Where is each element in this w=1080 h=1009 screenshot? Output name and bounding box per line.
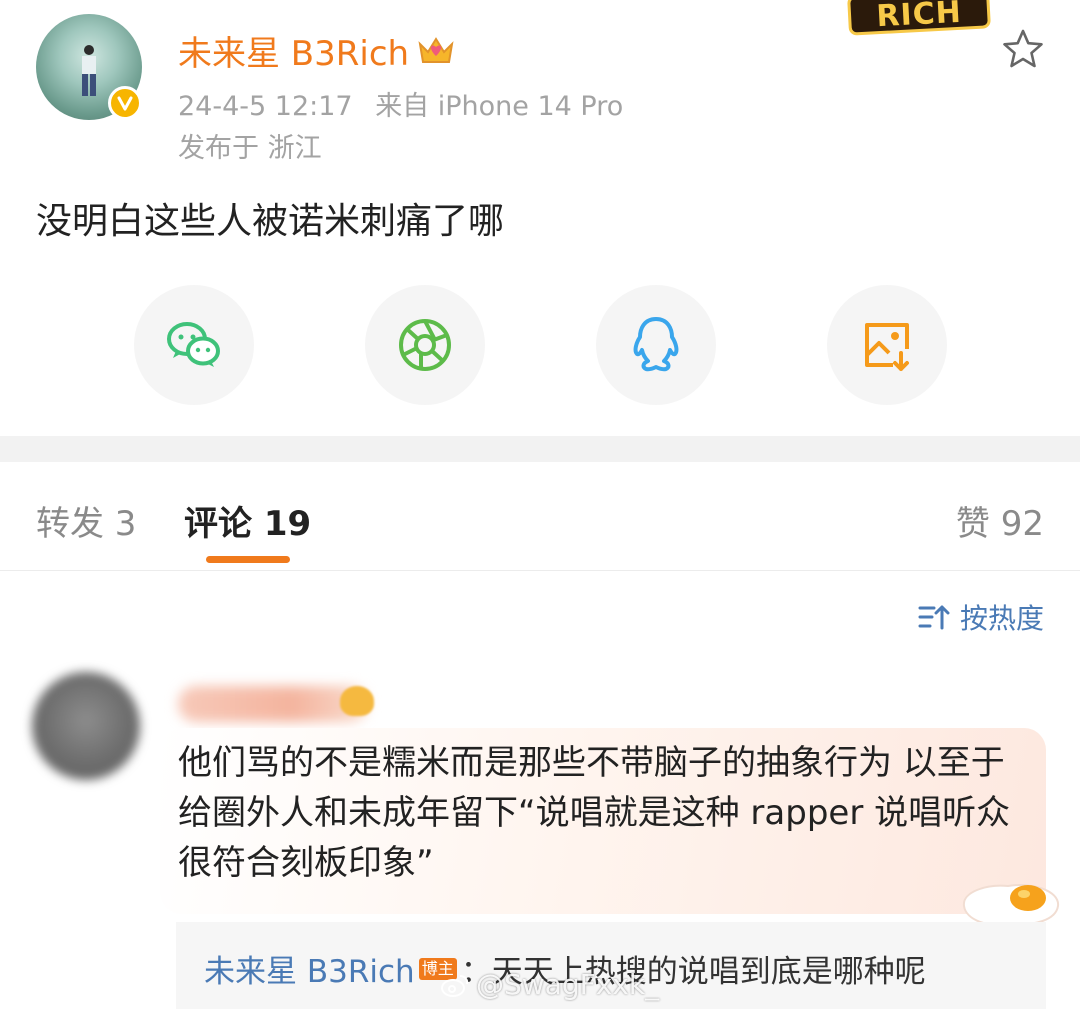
share-wechat-button[interactable] — [134, 285, 254, 405]
tab-repost[interactable]: 转发 3 — [36, 496, 136, 545]
section-separator — [0, 436, 1080, 462]
author-name[interactable]: 未来星 B3Rich — [178, 26, 409, 75]
avatar-figure — [82, 45, 96, 96]
sort-icon — [918, 605, 950, 630]
moments-icon — [399, 319, 451, 371]
sort-by-hot-button[interactable]: 按热度 — [918, 597, 1044, 637]
reply-author[interactable]: 未来星 B3Rich — [204, 946, 415, 991]
weibo-logo-icon — [441, 974, 469, 997]
crown-icon — [418, 36, 454, 63]
rich-badge: RICH — [847, 0, 991, 36]
watermark-text: @SwagFxxk_ — [476, 968, 660, 1001]
commenter-badge-icon — [340, 686, 374, 716]
qq-icon — [633, 317, 679, 372]
comment-text: 他们骂的不是糯米而是那些不带脑子的抽象行为 以至于给圈外人和未成年留下“说唱就是… — [178, 743, 1011, 883]
save-image-button[interactable] — [827, 285, 947, 405]
verified-icon — [108, 86, 142, 120]
watermark: @SwagFxxk_ — [440, 968, 659, 1001]
sort-label: 按热度 — [959, 602, 1044, 635]
favorite-star-icon[interactable] — [1000, 26, 1046, 72]
wechat-icon — [167, 322, 220, 367]
save-image-icon — [865, 323, 909, 371]
post-location: 发布于 浙江 — [178, 133, 322, 164]
post-meta: 24-4-5 12:17 来自 iPhone 14 Pro — [178, 84, 623, 123]
tab-likes[interactable]: 赞 92 — [956, 496, 1044, 545]
post-date: 24-4-5 12:17 — [178, 91, 353, 122]
author-name-row[interactable]: 未来星 B3Rich — [178, 26, 455, 75]
post-text: 没明白这些人被诺米刺痛了哪 — [36, 201, 505, 242]
active-tab-indicator — [206, 556, 290, 563]
tab-comments[interactable]: 评论 19 — [184, 496, 311, 545]
fried-egg-icon — [962, 884, 1060, 926]
share-qq-button[interactable] — [596, 285, 716, 405]
commenter-avatar[interactable] — [32, 672, 140, 780]
post-source: 来自 iPhone 14 Pro — [375, 91, 624, 122]
tabs-divider — [0, 570, 1080, 571]
share-moments-button[interactable] — [365, 285, 485, 405]
